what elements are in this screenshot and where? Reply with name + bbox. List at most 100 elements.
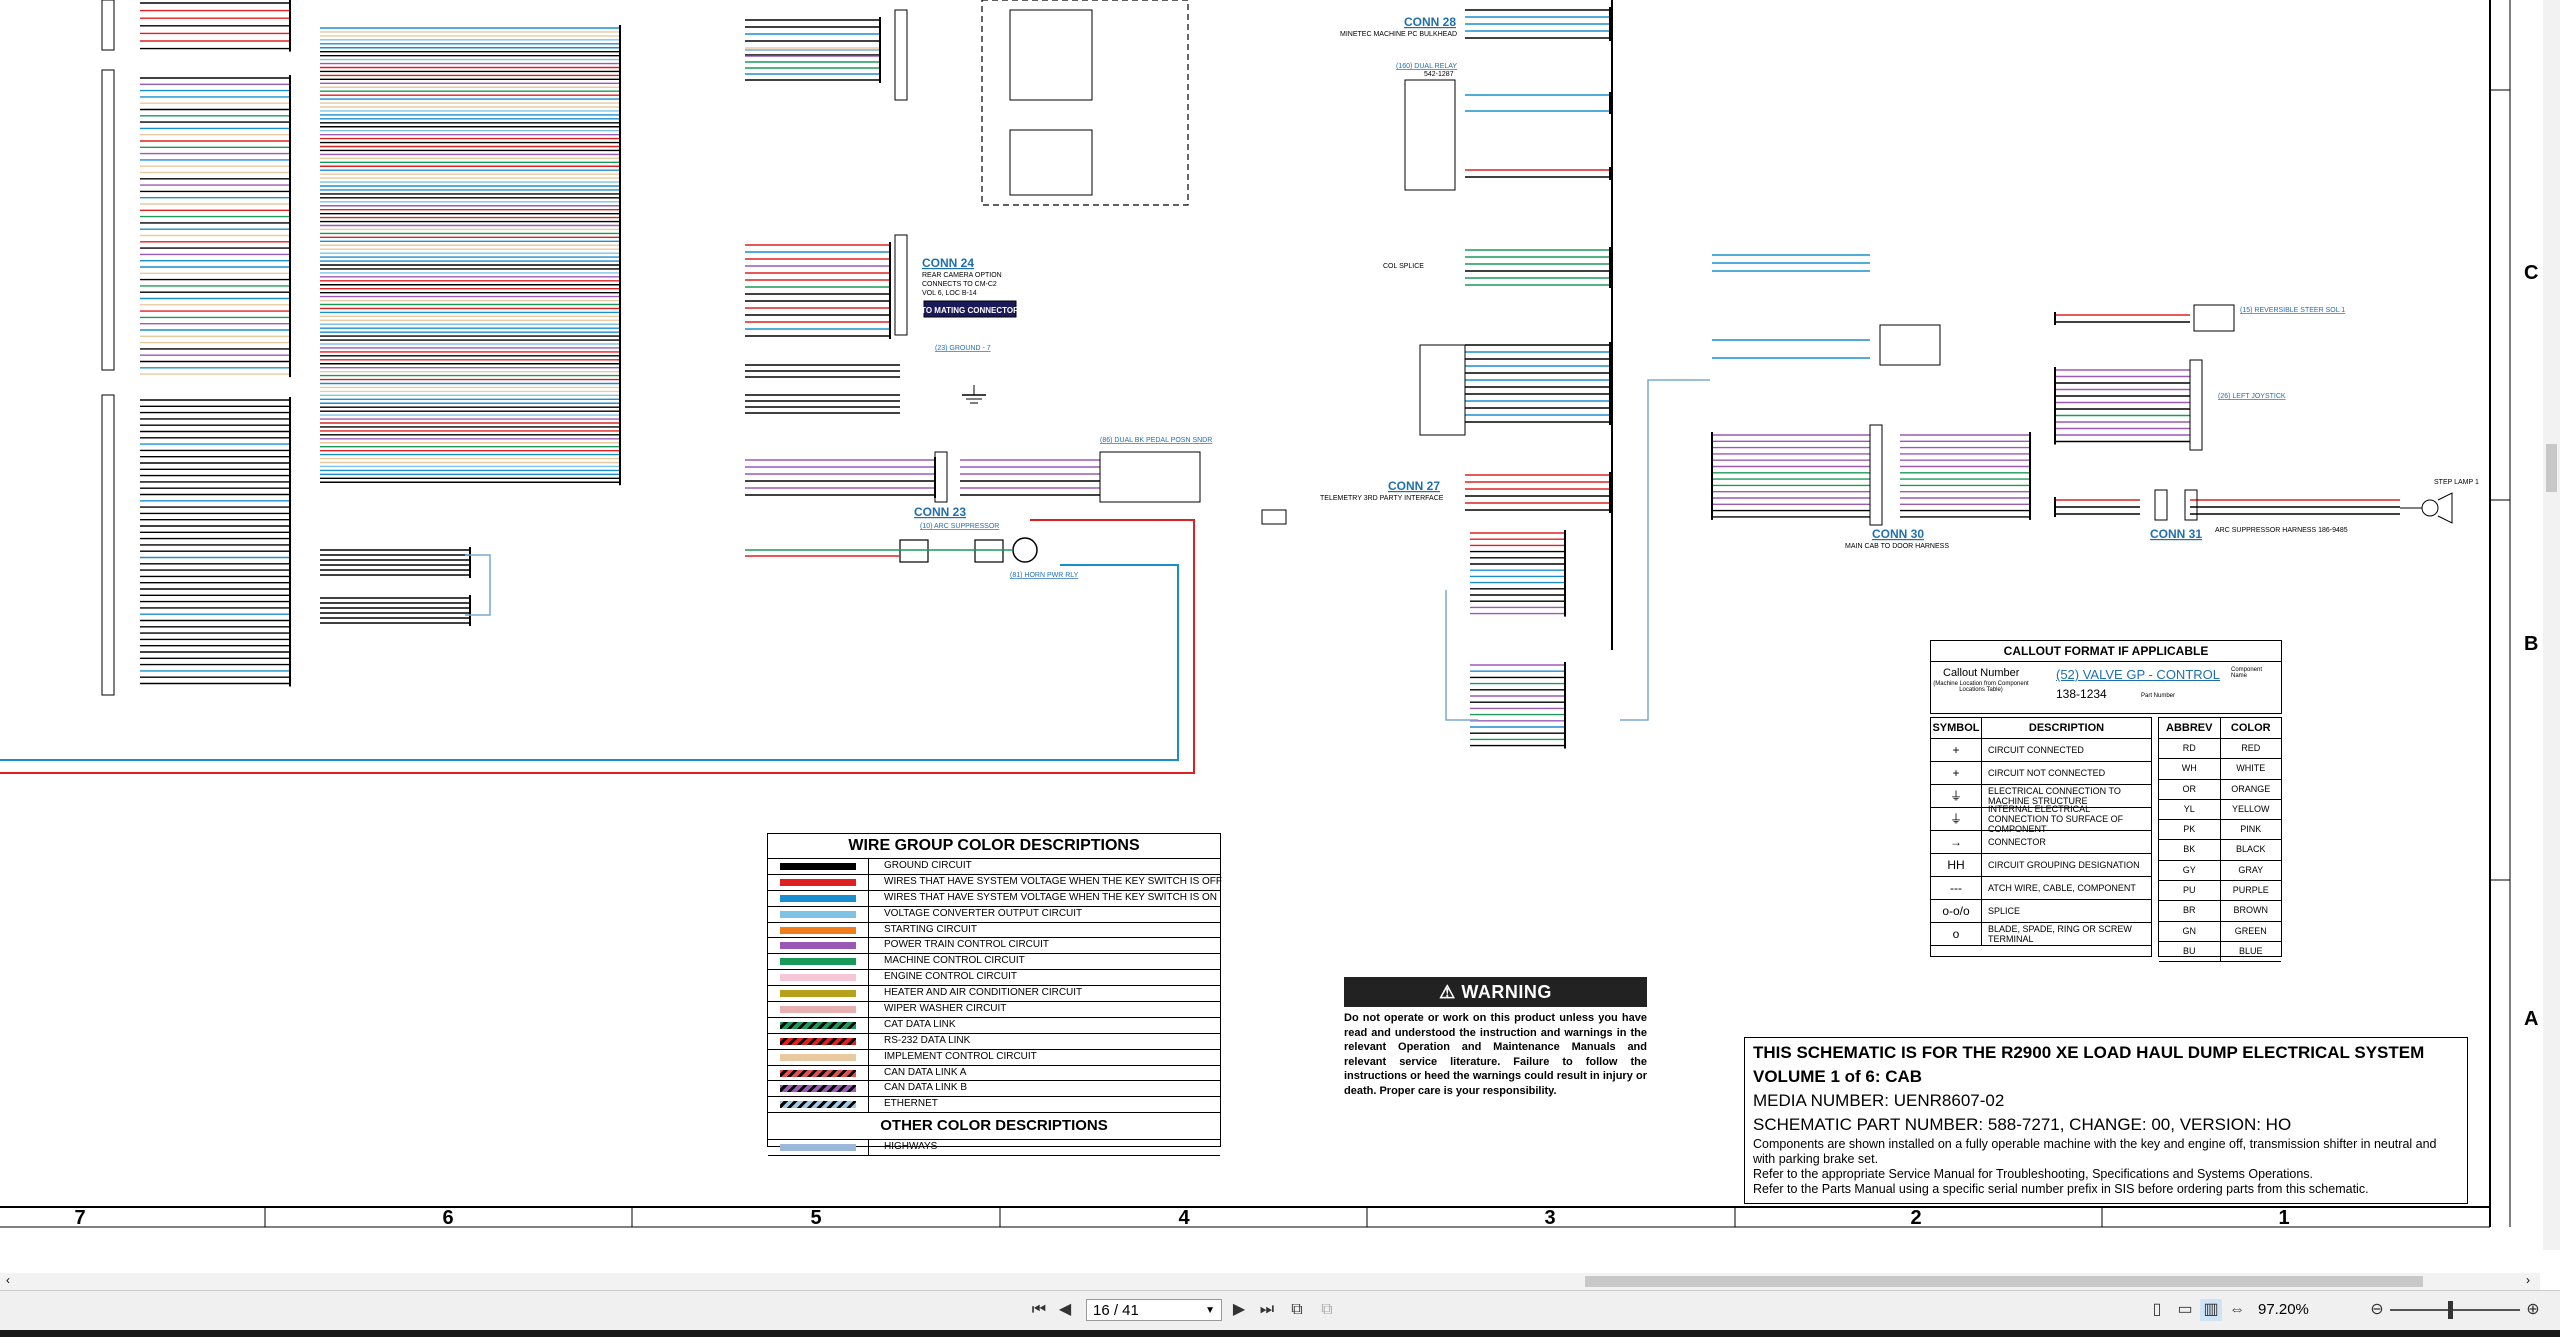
first-page-icon[interactable]: ⏮ bbox=[1028, 1299, 1050, 1321]
abbrev-row: BR BROWN bbox=[2159, 901, 2281, 922]
vertical-scrollbar[interactable] bbox=[2543, 0, 2560, 1290]
legend-swatch bbox=[780, 990, 856, 998]
symbol-description: CIRCUIT GROUPING DESIGNATION bbox=[1988, 860, 2140, 870]
grid-column-label: 5 bbox=[810, 1207, 822, 1229]
paste-page-icon[interactable]: ⧉ bbox=[1316, 1299, 1338, 1321]
callout-number-label: Callout Number bbox=[1943, 667, 2020, 679]
symbol-row: HH CIRCUIT GROUPING DESIGNATION bbox=[1931, 854, 2151, 877]
abbrev-row: WH WHITE bbox=[2159, 759, 2281, 780]
legend-row: WIRES THAT HAVE SYSTEM VOLTAGE WHEN THE … bbox=[768, 874, 1222, 891]
next-page-icon[interactable]: ▶ bbox=[1228, 1299, 1250, 1321]
reversible-steer-label[interactable]: (15) REVERSIBLE STEER SOL 1 bbox=[2240, 307, 2345, 314]
legend-row: CAN DATA LINK B bbox=[768, 1081, 1220, 1098]
callout-example[interactable]: (52) VALVE GP - CONTROL bbox=[2056, 667, 2220, 682]
warning-icon: ⚠ bbox=[1439, 982, 1456, 1002]
legend-swatch-cell bbox=[768, 1065, 869, 1081]
conn24-label[interactable]: CONN 24 bbox=[922, 256, 974, 270]
dual-relay-label[interactable]: (160) DUAL RELAY bbox=[1396, 63, 1457, 70]
zoom-out-icon[interactable]: ⊖ bbox=[2366, 1299, 2388, 1321]
abbrev-color: BLUE bbox=[2238, 945, 2263, 956]
scroll-left-icon[interactable]: ‹ bbox=[6, 1273, 10, 1287]
wire-group-legend: WIRE GROUP COLOR DESCRIPTIONS GROUND CIR… bbox=[767, 833, 1222, 1157]
last-page-icon[interactable]: ⏭ bbox=[1256, 1299, 1278, 1321]
abbrev-code: WH bbox=[2159, 759, 2221, 779]
symbol-glyph: + bbox=[1931, 762, 1982, 784]
legend-swatch bbox=[780, 1037, 856, 1045]
abbrev-color: RED bbox=[2241, 743, 2261, 753]
dual-bk-pedal-label[interactable]: (86) DUAL BK PEDAL POSN SNDR bbox=[1100, 437, 1212, 444]
scroll-right-icon[interactable]: › bbox=[2526, 1273, 2530, 1287]
ground-7-label[interactable]: (23) GROUND - 7 bbox=[935, 345, 991, 352]
legend-swatch bbox=[780, 878, 856, 886]
page-number-field[interactable]: 16 / 41 ▼ bbox=[1086, 1299, 1222, 1321]
legend-row: ENGINE CONTROL CIRCUIT bbox=[768, 970, 1220, 987]
title-block: THIS SCHEMATIC IS FOR THE R2900 XE LOAD … bbox=[1744, 1037, 2468, 1204]
legend-label: POWER TRAIN CONTROL CIRCUIT bbox=[884, 939, 1050, 951]
abbrev-code: BR bbox=[2159, 901, 2221, 921]
legend-label: CAN DATA LINK A bbox=[884, 1066, 967, 1078]
abbrev-row: BK BLACK bbox=[2159, 840, 2281, 861]
vertical-scroll-thumb[interactable] bbox=[2546, 444, 2557, 492]
wire-legend-rows: GROUND CIRCUIT WIRES THAT HAVE SYSTEM VOL… bbox=[768, 859, 1222, 1114]
legend-swatch-cell bbox=[768, 1017, 869, 1033]
legend-swatch bbox=[780, 894, 856, 902]
legend-row: WIPER WASHER CIRCUIT bbox=[768, 1002, 1220, 1018]
zoom-in-icon[interactable]: ⊕ bbox=[2522, 1299, 2544, 1321]
legend-label: ENGINE CONTROL CIRCUIT bbox=[884, 971, 1017, 983]
left-joystick-label[interactable]: (26) LEFT JOYSTICK bbox=[2218, 393, 2286, 400]
legend-swatch-cell bbox=[768, 922, 869, 938]
zoom-level[interactable]: 97.20% bbox=[2258, 1299, 2309, 1321]
horizontal-scroll-thumb[interactable] bbox=[1585, 1276, 2423, 1287]
legend-label: IMPLEMENT CONTROL CIRCUIT bbox=[884, 1050, 1037, 1062]
conn23-label[interactable]: CONN 23 bbox=[914, 505, 966, 519]
schematic-sheet: TO MATING CONNECTOR CONN 28 MINETEC MACH… bbox=[0, 0, 2560, 1250]
page-dropdown-icon[interactable]: ▼ bbox=[1205, 1300, 1215, 1322]
horizontal-scrollbar[interactable]: ‹ › bbox=[0, 1273, 2540, 1290]
grid-row-label: A bbox=[2524, 1008, 2539, 1030]
legend-row: HIGHWAYS bbox=[768, 1140, 1220, 1157]
symbol-description: BLADE, SPADE, RING OR SCREW TERMINAL bbox=[1988, 924, 2132, 944]
conn27-label[interactable]: CONN 27 bbox=[1388, 479, 1440, 493]
grid-column-label: 6 bbox=[442, 1207, 454, 1229]
abbrev-color: GREEN bbox=[2234, 925, 2267, 936]
abbrev-rows: RD RED WH WHITE OR ORANGE YL YELLOW PK PINK BK BLAC… bbox=[2159, 739, 2281, 963]
copy-page-icon[interactable]: ⧉ bbox=[1286, 1299, 1308, 1321]
horn-relay-label[interactable]: (81) HORN PWR RLY bbox=[1010, 572, 1079, 579]
symbol-glyph: --- bbox=[1931, 877, 1982, 899]
viewer-toolbar: ⏮ ◀ 16 / 41 ▼ ▶ ⏭ ⧉ ⧉ ▯ ▭ ▥ ⇔ 97.20% ⊖ ⊕ bbox=[0, 1290, 2560, 1331]
legend-row: IMPLEMENT CONTROL CIRCUIT bbox=[768, 1049, 1220, 1066]
single-page-view-icon[interactable]: ▯ bbox=[2146, 1299, 2168, 1321]
previous-page-icon[interactable]: ◀ bbox=[1054, 1299, 1076, 1321]
symbol-glyph: HH bbox=[1931, 854, 1982, 876]
callout-format-box: CALLOUT FORMAT IF APPLICABLE Callout Num… bbox=[1930, 640, 2282, 714]
conn30-label[interactable]: CONN 30 bbox=[1872, 527, 1924, 541]
fit-width-icon[interactable]: ⇔ bbox=[2226, 1299, 2248, 1321]
media-number: MEDIA NUMBER: UENR8607-02 bbox=[1753, 1091, 2005, 1110]
title-line2: VOLUME 1 of 6: CAB bbox=[1753, 1067, 1923, 1086]
color-col-header: COLOR bbox=[2230, 722, 2271, 734]
zoom-slider-knob[interactable] bbox=[2448, 1301, 2453, 1319]
legend-swatch bbox=[780, 1101, 856, 1109]
abbrev-color: BROWN bbox=[2233, 905, 2269, 916]
abbrev-row: RD RED bbox=[2159, 739, 2281, 760]
grid-column-label: 7 bbox=[74, 1207, 86, 1229]
legend-swatch bbox=[780, 1085, 856, 1093]
arc-suppressor-label[interactable]: (10) ARC SUPPRESSOR bbox=[920, 523, 999, 530]
conn28-label[interactable]: CONN 28 bbox=[1404, 15, 1456, 29]
zoom-slider[interactable] bbox=[2390, 1309, 2520, 1311]
legend-label: CAN DATA LINK B bbox=[884, 1082, 967, 1094]
pdf-viewer: TO MATING CONNECTOR CONN 28 MINETEC MACH… bbox=[0, 0, 2560, 1337]
legend-row: CAN DATA LINK A bbox=[768, 1065, 1220, 1082]
continuous-view-icon[interactable]: ▭ bbox=[2174, 1299, 2196, 1321]
warning-box: ⚠ WARNING Do not operate or work on this… bbox=[1344, 977, 1647, 1097]
abbrev-row: GN GREEN bbox=[2159, 921, 2281, 942]
conn31-label[interactable]: CONN 31 bbox=[2150, 527, 2202, 541]
abbrev-color: ORANGE bbox=[2231, 783, 2271, 794]
other-legend-title: OTHER COLOR DESCRIPTIONS bbox=[768, 1113, 1220, 1141]
legend-swatch bbox=[780, 1053, 856, 1061]
abbrev-row: GY GRAY bbox=[2159, 860, 2281, 882]
legend-swatch-cell bbox=[768, 970, 869, 986]
two-page-view-icon[interactable]: ▥ bbox=[2200, 1299, 2222, 1321]
legend-label: MACHINE CONTROL CIRCUIT bbox=[884, 955, 1025, 967]
abbrev-code: BK bbox=[2159, 840, 2221, 860]
